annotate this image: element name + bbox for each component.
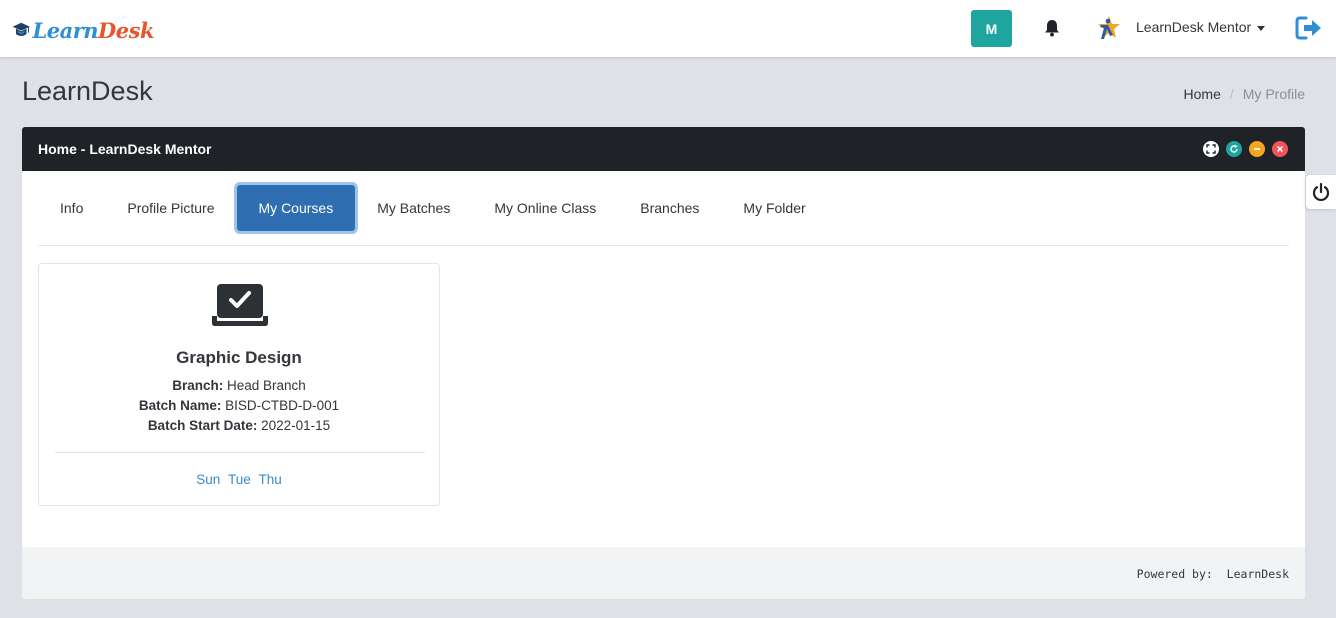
batch-start-date-label: Batch Start Date: [147, 418, 258, 433]
panel-header: Home - LearnDesk Mentor [22, 127, 1305, 171]
day-link[interactable]: Tue [228, 472, 251, 487]
star-person-logo-icon [1098, 16, 1120, 39]
close-icon [1276, 145, 1284, 153]
class-days: Sun Tue Thu [39, 472, 439, 487]
branch-line: Branch: Head Branch [39, 378, 439, 393]
panel-title: Home - LearnDesk Mentor [38, 141, 212, 157]
minus-icon [1254, 148, 1260, 150]
breadcrumb-home-link[interactable]: Home [1184, 86, 1221, 102]
tab-profile-picture[interactable]: Profile Picture [105, 185, 236, 231]
refresh-button[interactable] [1226, 141, 1242, 157]
learndesk-logo[interactable]: LearnDesk [12, 14, 154, 46]
panel-footer: Powered by: LearnDesk [22, 547, 1305, 599]
profile-tabs: Info Profile Picture My Courses My Batch… [38, 185, 828, 231]
tabs-divider [38, 245, 1289, 246]
course-title: Graphic Design [176, 348, 302, 367]
batch-name-label: Batch Name: [138, 398, 222, 413]
batch-start-date-value: 2022-01-15 [261, 418, 331, 433]
user-menu-dropdown[interactable]: LearnDesk Mentor [1136, 19, 1266, 35]
card-divider [55, 452, 425, 453]
branch-value: Head Branch [226, 378, 306, 393]
fullscreen-button[interactable] [1203, 141, 1219, 157]
breadcrumb-current: My Profile [1242, 86, 1305, 102]
side-power-button[interactable] [1306, 175, 1336, 209]
tab-info[interactable]: Info [38, 185, 105, 231]
power-icon [1312, 182, 1330, 201]
tab-my-courses[interactable]: My Courses [236, 185, 356, 231]
batch-name-value: BISD-CTBD-D-001 [225, 398, 340, 413]
refresh-icon [1230, 144, 1238, 153]
bell-icon[interactable] [1042, 18, 1062, 38]
day-link[interactable]: Thu [259, 472, 282, 487]
tab-branches[interactable]: Branches [618, 185, 721, 231]
chevron-down-icon [1257, 25, 1266, 31]
batch-name-line: Batch Name: BISD-CTBD-D-001 [39, 398, 439, 413]
day-link[interactable]: Sun [196, 472, 220, 487]
user-avatar-button[interactable]: M [971, 10, 1012, 47]
logo-wordmark: LearnDesk [32, 17, 154, 43]
breadcrumb-separator: / [1229, 86, 1234, 102]
close-button[interactable] [1272, 141, 1288, 157]
course-card[interactable]: Graphic Design Branch: Head Branch Batch… [38, 263, 440, 506]
tab-my-online-class[interactable]: My Online Class [472, 185, 618, 231]
batch-start-date-line: Batch Start Date: 2022-01-15 [39, 418, 439, 433]
graduation-cap-icon [12, 22, 30, 36]
tab-my-folder[interactable]: My Folder [721, 185, 827, 231]
breadcrumb: Home / My Profile [1184, 86, 1305, 102]
logout-icon[interactable] [1295, 15, 1323, 41]
user-name-label: LearnDesk Mentor [1136, 19, 1252, 35]
laptop-check-icon [212, 284, 268, 326]
minimize-button[interactable] [1249, 141, 1265, 157]
tab-my-batches[interactable]: My Batches [355, 185, 472, 231]
expand-icon [1206, 144, 1216, 154]
profile-panel: Home - LearnDesk Mentor Info Profile Pic… [22, 127, 1305, 599]
page-title: LearnDesk [22, 76, 153, 106]
powered-by-text: Powered by: LearnDesk [1136, 567, 1289, 581]
branch-label: Branch: [172, 378, 224, 393]
top-navbar: LearnDesk M LearnDesk Mentor [0, 0, 1336, 57]
